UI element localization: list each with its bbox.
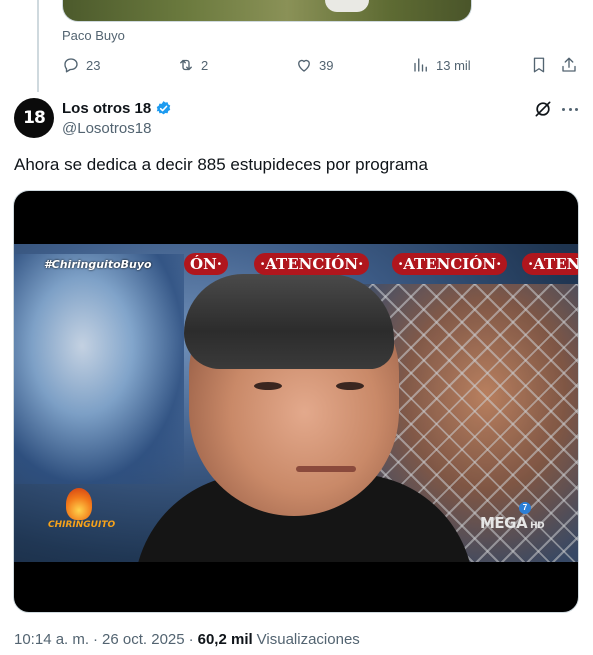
person-hair	[184, 274, 394, 369]
like-icon	[298, 59, 310, 72]
attention-banner: ·ATENCIÓN·	[392, 253, 508, 275]
background-keeper-image	[14, 254, 184, 484]
meta-separator: ·	[93, 631, 99, 648]
grok-icon[interactable]	[533, 99, 553, 119]
reply-button[interactable]: 23	[62, 56, 100, 74]
dot	[568, 107, 572, 111]
channel-logo: MEGA HD	[480, 514, 545, 532]
views-icon	[414, 58, 427, 72]
avatar-text: 18	[23, 108, 46, 128]
retweet-count: 2	[201, 57, 209, 73]
person-mouth	[296, 466, 356, 472]
thread-connector-line	[37, 0, 39, 92]
author-handle[interactable]: @Losotros18	[62, 120, 151, 137]
verified-icon	[156, 101, 171, 115]
reply-icon	[64, 58, 78, 73]
like-count: 39	[319, 57, 334, 73]
tweet-text: Ahora se dedica a decir 885 estupideces …	[14, 155, 428, 174]
tweet-video[interactable]: #ChiringuitoBuyo ÓN· ·ATENCIÓN· ·ATENCIÓ…	[13, 190, 579, 613]
share-icon	[562, 57, 576, 72]
flame-icon	[66, 488, 92, 520]
attention-banner: ·ATENCIÓN·	[254, 253, 370, 275]
reply-count: 23	[86, 57, 101, 73]
tweet-views-label: Visualizaciones	[256, 631, 360, 648]
views-count: 13 mil	[436, 57, 471, 73]
channel-name: MEGA	[480, 514, 528, 532]
views-button[interactable]: 13 mil	[412, 56, 471, 74]
display-name[interactable]: Los otros 18	[62, 100, 151, 117]
bookmark-button[interactable]	[530, 56, 548, 74]
previous-tweet-media[interactable]	[62, 0, 472, 22]
chiringuito-logo: CHIRINGUITO	[48, 488, 115, 548]
ball-shape	[325, 0, 369, 12]
bookmark-icon	[533, 57, 545, 73]
avatar[interactable]: 18	[14, 98, 54, 138]
previous-tweet-actions: 23 2 39 13 mil	[62, 56, 582, 78]
author-name-row: Los otros 18	[62, 100, 172, 117]
dot	[575, 107, 578, 111]
previous-tweet-caption: Paco Buyo	[62, 28, 125, 43]
tweet-date[interactable]: 26 oct. 2025	[102, 631, 185, 648]
attention-banner: ÓN·	[184, 253, 228, 275]
tweet-views-count: 60,2 mil	[197, 631, 253, 648]
video-frame: #ChiringuitoBuyo ÓN· ·ATENCIÓN· ·ATENCIÓ…	[14, 244, 578, 562]
more-icon[interactable]	[559, 99, 581, 119]
meta-separator: ·	[188, 631, 194, 648]
retweet-icon	[180, 59, 192, 71]
channel-number-badge: 7	[519, 502, 531, 514]
tweet-time[interactable]: 10:14 a. m.	[14, 631, 89, 648]
dot	[562, 107, 565, 111]
tweet-meta: 10:14 a. m. · 26 oct. 2025 · 60,2 mil Vi…	[14, 631, 360, 648]
person-eye-left	[254, 382, 282, 390]
video-hashtag: #ChiringuitoBuyo	[44, 258, 152, 271]
like-button[interactable]: 39	[295, 56, 333, 74]
retweet-button[interactable]: 2	[177, 56, 208, 74]
channel-suffix: HD	[530, 521, 545, 531]
share-button[interactable]	[560, 56, 578, 74]
attention-banner: ·ATEN	[522, 253, 578, 275]
logo-text: CHIRINGUITO	[48, 520, 116, 530]
person-eye-right	[336, 382, 364, 390]
